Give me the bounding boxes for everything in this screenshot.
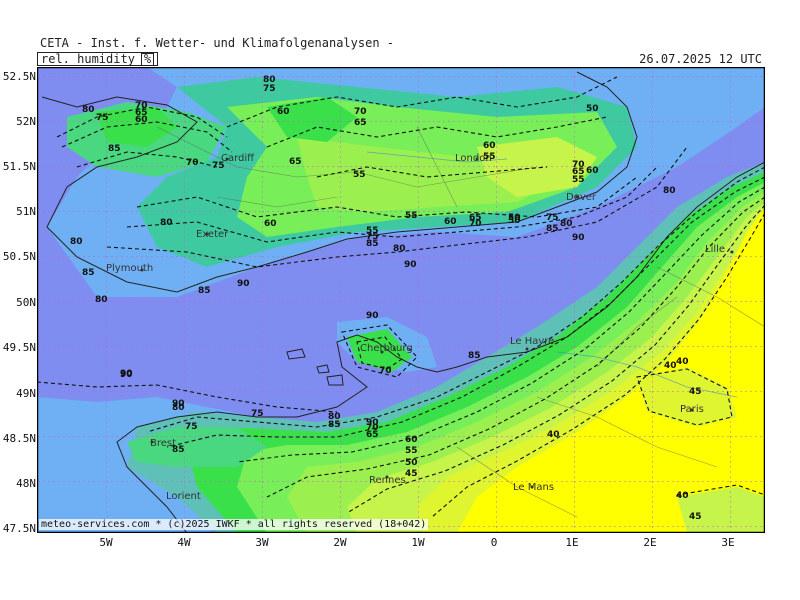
contour-label: 65 — [289, 157, 302, 167]
lon-label: 3E — [721, 536, 735, 549]
contour-label: 85 — [108, 144, 121, 154]
lat-label: 50.5N — [2, 250, 36, 263]
lat-label: 49N — [16, 387, 36, 400]
contour-label: 75 — [96, 113, 109, 123]
contour-label: 80 — [82, 105, 95, 115]
city-label: Le Mans — [513, 482, 555, 493]
contour-label: 90 — [120, 370, 133, 380]
contour-label: 75 — [251, 409, 264, 419]
contour-label: 85 — [328, 420, 341, 430]
lat-label: 51.5N — [2, 160, 36, 173]
contour-label: 85 — [546, 224, 559, 234]
contour-label: 75 — [546, 213, 559, 223]
contour-label: 40 — [676, 357, 689, 367]
contour-label: 40 — [664, 361, 677, 371]
contour-label: 80 — [560, 219, 573, 229]
run-time: 26.07.2025 12 UTC — [639, 52, 762, 66]
city-label: Dover — [566, 192, 596, 203]
lat-label: 48.5N — [2, 432, 36, 445]
contour-label: 60 — [444, 217, 457, 227]
contour-label: 45 — [405, 469, 418, 479]
contour-label: 75 — [212, 161, 225, 171]
contour-label: 55 — [483, 152, 496, 162]
contour-label: 50 — [405, 458, 418, 468]
contour-label: 60 — [264, 219, 277, 229]
parameter-label: rel. humidity — [41, 52, 135, 66]
contour-label: 90 — [572, 233, 585, 243]
map-title: CETA - Inst. f. Wetter- und Klimafolgena… — [40, 36, 395, 50]
lat-label: 49.5N — [2, 341, 36, 354]
contour-label: 80 — [393, 244, 406, 254]
contour-label: 55 — [405, 211, 418, 221]
contour-label: 50 — [586, 104, 599, 114]
city-label: Paris — [680, 404, 704, 415]
contour-label: 80 — [70, 237, 83, 247]
contour-label: 70 — [469, 219, 482, 229]
contour-label: 60 — [277, 107, 290, 117]
city-label: Lorient — [166, 491, 201, 502]
city-label: Le Havre — [510, 336, 555, 347]
contour-label: 70 — [379, 366, 392, 376]
contour-label: 45 — [689, 512, 702, 522]
lat-label: 52.5N — [2, 70, 36, 83]
contour-label: 55 — [572, 175, 585, 185]
contour-label: 90 — [404, 260, 417, 270]
contour-label: 55 — [405, 446, 418, 456]
lon-label: 3W — [255, 536, 269, 549]
contour-label: 50 — [508, 213, 521, 223]
contour-label: 40 — [676, 491, 689, 501]
contour-label: 80 — [95, 295, 108, 305]
lon-label: 2E — [643, 536, 657, 549]
lat-label: 51N — [16, 205, 36, 218]
contour-label: 75 — [185, 422, 198, 432]
lon-label: 1W — [411, 536, 425, 549]
parameter-unit: % — [140, 52, 155, 66]
contour-label: 45 — [689, 387, 702, 397]
contour-label: 85 — [366, 239, 379, 249]
lon-label: 0 — [490, 536, 498, 549]
city-label: Exeter — [196, 229, 229, 240]
lat-lon-grid — [37, 67, 765, 533]
city-label: Cardiff — [221, 153, 255, 164]
contour-label: 75 — [263, 84, 276, 94]
contour-label: 80 — [172, 403, 185, 413]
humidity-map — [37, 67, 765, 533]
contour-label: 80 — [663, 186, 676, 196]
lat-label: 52N — [16, 115, 36, 128]
contour-label: 60 — [405, 435, 418, 445]
contour-label: 90 — [366, 311, 379, 321]
lat-label: 48N — [16, 477, 36, 490]
lat-label: 47.5N — [2, 522, 36, 535]
lat-label: 50N — [16, 296, 36, 309]
city-label: Plymouth — [106, 263, 154, 274]
contour-label: 40 — [547, 430, 560, 440]
city-label: Lille — [705, 244, 726, 255]
contour-label: 55 — [353, 170, 366, 180]
lon-label: 4W — [177, 536, 191, 549]
contour-label: 90 — [237, 279, 250, 289]
lon-label: 5W — [99, 536, 113, 549]
contour-label: 85 — [198, 286, 211, 296]
lon-label: 2W — [333, 536, 347, 549]
contour-label: 70 — [354, 107, 367, 117]
lon-label: 1E — [565, 536, 579, 549]
contour-label: 80 — [160, 218, 173, 228]
contour-label: 60 — [135, 115, 148, 125]
city-label: Cherbourg — [360, 343, 413, 354]
contour-label: 60 — [586, 166, 599, 176]
city-label: Rennes — [369, 475, 406, 486]
contour-label: 60 — [483, 141, 496, 151]
contour-label: 85 — [468, 351, 481, 361]
copyright-footer: meteo-services.com * (c)2025 IWKF * all … — [39, 519, 429, 530]
parameter-box: rel. humidity % — [37, 52, 159, 66]
contour-label: 65 — [366, 430, 379, 440]
contour-label: 65 — [354, 118, 367, 128]
contour-label: 85 — [172, 445, 185, 455]
contour-label: 85 — [82, 268, 95, 278]
contour-label: 70 — [186, 158, 199, 168]
